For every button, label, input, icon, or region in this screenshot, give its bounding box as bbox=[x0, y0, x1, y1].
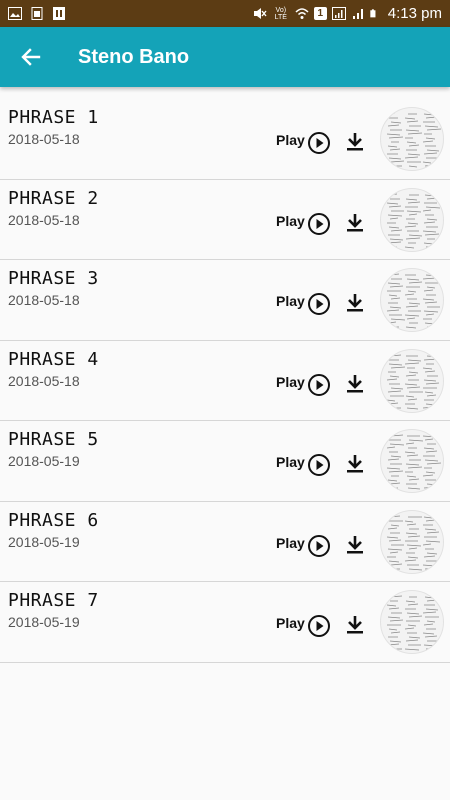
phrase-date: 2018-05-19 bbox=[8, 533, 80, 550]
play-button[interactable]: Play bbox=[276, 373, 331, 397]
phrase-date: 2018-05-18 bbox=[8, 292, 80, 308]
phrase-date: 2018-05-18 bbox=[8, 131, 80, 147]
play-label: Play bbox=[276, 373, 305, 390]
play-label: Play bbox=[276, 454, 305, 470]
wifi-icon bbox=[295, 8, 309, 19]
play-label: Play bbox=[276, 212, 305, 229]
network-label: Vo) LTE bbox=[274, 6, 287, 21]
notification-icon bbox=[53, 7, 65, 20]
arrow-left-icon bbox=[21, 48, 41, 66]
play-button[interactable]: Play bbox=[276, 453, 331, 477]
play-label: Play bbox=[276, 534, 305, 551]
list-item[interactable]: PHRASE 7 2018-05-19 Play bbox=[0, 582, 450, 663]
phrase-list: PHRASE 1 2018-05-18 Play PHRASE 2 2018-0… bbox=[0, 99, 450, 663]
phrase-date: 2018-05-18 bbox=[8, 211, 80, 228]
play-circle-icon bbox=[307, 615, 330, 637]
phrase-thumbnail bbox=[380, 509, 444, 574]
back-button[interactable] bbox=[0, 27, 62, 87]
mute-icon bbox=[253, 8, 267, 19]
phrase-thumbnail bbox=[380, 268, 444, 332]
list-item[interactable]: PHRASE 6 2018-05-19 Play bbox=[0, 501, 450, 582]
phrase-title: PHRASE 2 bbox=[8, 187, 99, 209]
play-label: Play bbox=[276, 132, 305, 148]
play-circle-icon bbox=[307, 534, 330, 557]
sim-icon bbox=[31, 7, 43, 20]
phrase-title: PHRASE 1 bbox=[8, 107, 99, 128]
download-icon[interactable] bbox=[344, 292, 366, 314]
phrase-title: PHRASE 6 bbox=[8, 509, 99, 531]
phrase-title: PHRASE 7 bbox=[8, 590, 99, 611]
phrase-date: 2018-05-19 bbox=[8, 614, 80, 630]
play-circle-icon bbox=[307, 132, 330, 154]
phrase-thumbnail bbox=[380, 107, 444, 171]
list-item[interactable]: PHRASE 2 2018-05-18 Play bbox=[0, 179, 450, 260]
download-icon[interactable] bbox=[344, 212, 366, 234]
download-icon[interactable] bbox=[344, 534, 366, 556]
play-button[interactable]: Play bbox=[276, 614, 331, 638]
play-label: Play bbox=[276, 615, 305, 631]
play-circle-icon bbox=[307, 293, 330, 315]
image-icon bbox=[8, 7, 22, 20]
play-button[interactable]: Play bbox=[276, 131, 331, 155]
phrase-date: 2018-05-18 bbox=[8, 372, 80, 389]
download-icon[interactable] bbox=[344, 614, 366, 636]
phrase-thumbnail bbox=[380, 348, 444, 413]
list-item[interactable]: PHRASE 3 2018-05-18 Play bbox=[0, 260, 450, 341]
clock: 4:13 pm bbox=[387, 5, 442, 22]
phrase-thumbnail bbox=[380, 187, 444, 252]
phrase-title: PHRASE 4 bbox=[8, 348, 99, 370]
page-title: Steno Bano bbox=[78, 45, 190, 68]
battery-icon bbox=[370, 9, 376, 18]
phrase-thumbnail bbox=[380, 429, 444, 493]
signal-icon bbox=[331, 7, 346, 20]
phrase-title: PHRASE 5 bbox=[8, 429, 99, 450]
play-label: Play bbox=[276, 293, 305, 309]
play-circle-icon bbox=[307, 212, 330, 235]
play-button[interactable]: Play bbox=[276, 534, 331, 558]
download-icon[interactable] bbox=[344, 373, 366, 395]
phrase-title: PHRASE 3 bbox=[8, 268, 99, 289]
list-item[interactable]: PHRASE 5 2018-05-19 Play bbox=[0, 421, 450, 502]
play-circle-icon bbox=[307, 373, 330, 396]
phrase-thumbnail bbox=[380, 590, 444, 654]
download-icon[interactable] bbox=[344, 453, 366, 475]
sim-badge: 1 bbox=[313, 7, 327, 20]
status-bar: Vo) LTE 1 4:13 pm bbox=[0, 0, 450, 27]
play-button[interactable]: Play bbox=[276, 292, 331, 316]
app-bar: Steno Bano bbox=[0, 27, 450, 87]
play-circle-icon bbox=[307, 454, 330, 476]
list-item[interactable]: PHRASE 4 2018-05-18 Play bbox=[0, 340, 450, 421]
list-item[interactable]: PHRASE 1 2018-05-18 Play bbox=[0, 99, 450, 180]
play-button[interactable]: Play bbox=[276, 212, 331, 236]
signal-icon bbox=[352, 9, 363, 19]
download-icon[interactable] bbox=[344, 131, 366, 153]
phrase-date: 2018-05-19 bbox=[8, 453, 80, 469]
